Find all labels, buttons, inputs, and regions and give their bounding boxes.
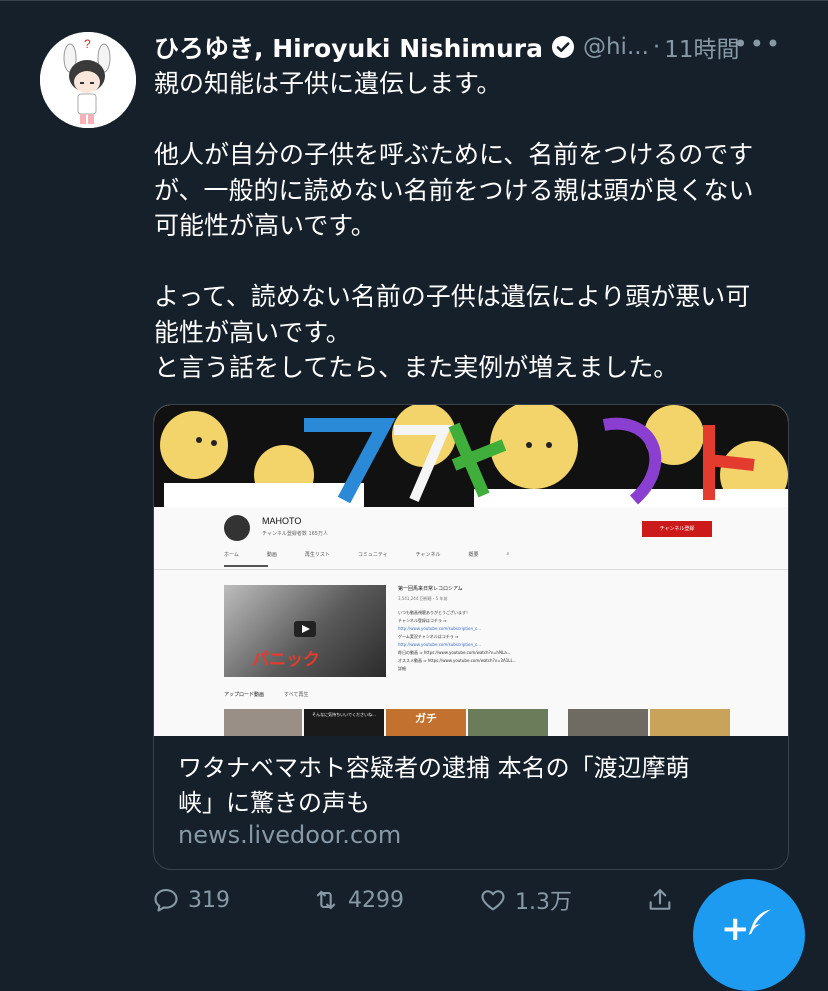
svg-text:?: ? [84,37,91,51]
handle[interactable]: @hi... [583,34,649,60]
separator-dot: · [652,34,661,60]
tab-playlists: 再生リスト [304,552,330,558]
tweet-header: ひろゆき, Hiroyuki Nishimura @hi... · 11時間 •… [154,30,794,64]
tweet-line: 他人が自分の子供を呼ぶために、名前をつけるのです [154,140,754,169]
tab-videos: 動画 [266,552,277,558]
heart-icon [481,890,505,911]
tweet-line: 親の知能は子供に遺伝します。 [154,69,502,98]
share-icon [649,889,671,910]
like-count: 1.3万 [515,890,572,915]
reply-icon [154,889,178,912]
tweet-line: よって、読めない名前の子供は遺伝により頭が悪い可 [154,282,751,311]
search-icon: ⌕ [506,551,510,557]
avatar-illustration-icon: ? [40,32,136,128]
youtube-channel-preview: MAHOTO チャンネル登録者数 165万人 チャンネル登録 ホーム 動画 再生… [154,507,788,736]
tweet-text: 親の知能は子供に遺伝します。 他人が自分の子供を呼ぶために、名前をつけるのです … [154,66,794,386]
like-button[interactable]: 1.3万 [479,880,572,920]
more-options-icon[interactable]: ••• [734,30,782,58]
channel-tabs: ホーム 動画 再生リスト コミュニティ チャンネル 概要 ⌕ [224,551,724,565]
display-name[interactable]: ひろゆき, Hiroyuki Nishimura [154,29,543,65]
top-divider [0,0,828,1]
tweet-line: 可能性が高いです。 [154,211,376,240]
share-button[interactable] [646,880,682,920]
compose-tweet-button[interactable]: + [693,879,805,991]
uploads-label: アップロード動画 [224,692,265,698]
reply-count: 319 [188,887,230,913]
link-card-title: ワタナベマホト容疑者の逮捕 本名の「渡辺摩萌 峡」に驚きの声も [178,754,690,817]
video-thumbnail [468,709,548,736]
featured-description: いつも動画視聴ありがとうございます！ チャンネル登録はコチラ ⇒ http://… [398,610,517,671]
link-card[interactable]: MAHOTO チャンネル登録者数 165万人 チャンネル登録 ホーム 動画 再生… [153,404,789,870]
tab-about: 概要 [468,552,479,558]
channel-name: MAHOTO [262,516,302,526]
tweet-line: が、一般的に読めない名前をつける親は頭が良くない [154,175,754,205]
retweet-button[interactable]: 4299 [312,880,404,920]
tweet-line: 能性が高いです。 [154,317,351,347]
channel-avatar [224,515,250,541]
featured-meta: 3,541,244 回視聴・5 年前 [398,596,448,601]
tweet-line: と言う話をしてたら、また実例が増えました。 [154,353,679,382]
tab-community: コミュニティ [357,552,388,558]
verified-badge-icon [551,36,574,58]
video-thumbnail: そんなに気持ちいいでくださいね... [304,709,384,736]
featured-title: 第一回馬来日常レコロシアム [398,586,463,592]
thumbnail-caption: パニック [252,650,320,670]
channel-subscribers: チャンネル登録者数 165万人 [262,531,328,537]
avatar[interactable]: ? [40,32,136,128]
channel-banner [154,405,788,507]
video-thumbnail: ガチ [386,709,466,736]
tweet-actions: 319 4299 1.3万 [152,880,712,920]
video-thumbnail [224,709,302,736]
subscribe-button: チャンネル登録 [642,521,712,537]
reply-button[interactable]: 319 [152,880,230,920]
play-all: すべて再生 [284,692,309,698]
tab-channels: チャンネル [415,552,441,558]
featured-video-thumbnail: パニック [224,585,386,677]
video-thumbnail [650,709,730,736]
retweet-icon [316,890,336,910]
retweet-count: 4299 [348,887,404,913]
tab-home: ホーム [224,552,239,558]
timestamp[interactable]: 11時間 [664,30,739,64]
video-thumbnail [568,709,648,736]
link-card-image: MAHOTO チャンネル登録者数 165万人 チャンネル登録 ホーム 動画 再生… [154,405,788,736]
link-card-domain: news.livedoor.com [178,821,402,849]
feather-icon [748,909,771,935]
